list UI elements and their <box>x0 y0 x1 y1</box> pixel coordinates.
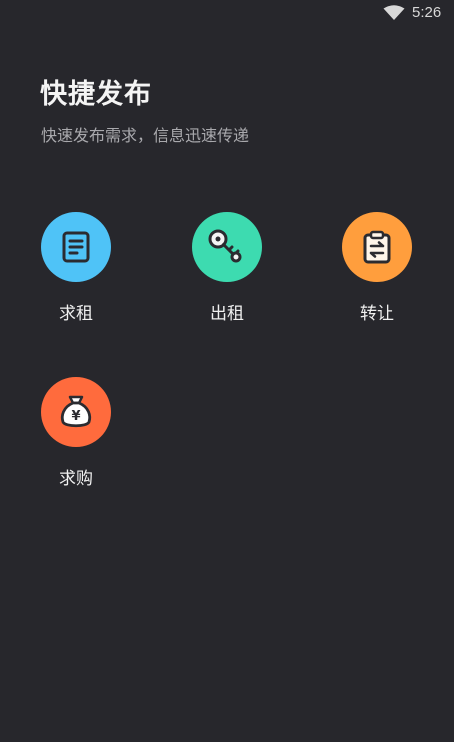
svg-text:¥: ¥ <box>71 409 80 424</box>
quick-publish-screen: 5:26 快捷发布 快速发布需求，信息迅速传递 求租 出租 转让 ¥ 求购 <box>0 0 454 742</box>
page-title: 快捷发布 <box>40 79 152 110</box>
key-icon <box>208 229 242 263</box>
buy-wanted-button[interactable]: ¥ 求购 <box>31 377 121 489</box>
rent-wanted-label: 求租 <box>59 304 93 324</box>
rent-out-label: 出租 <box>210 304 244 324</box>
buy-wanted-icon-circle[interactable]: ¥ <box>41 377 111 447</box>
rent-wanted-icon-circle[interactable] <box>41 212 111 282</box>
page-subtitle: 快速发布需求，信息迅速传递 <box>41 126 250 145</box>
rent-out-icon-circle[interactable] <box>192 212 262 282</box>
transfer-button[interactable]: 转让 <box>332 212 422 324</box>
rent-wanted-button[interactable]: 求租 <box>31 212 121 324</box>
transfer-icon-circle[interactable] <box>342 212 412 282</box>
rent-out-button[interactable]: 出租 <box>182 212 272 324</box>
money-bag-icon: ¥ <box>60 395 92 428</box>
status-bar: 5:26 <box>0 0 454 28</box>
status-time: 5:26 <box>412 4 442 21</box>
document-icon <box>62 231 90 263</box>
wifi-icon <box>383 5 405 20</box>
buy-wanted-label: 求购 <box>59 469 93 489</box>
clipboard-transfer-icon <box>363 230 391 264</box>
transfer-label: 转让 <box>360 304 394 324</box>
